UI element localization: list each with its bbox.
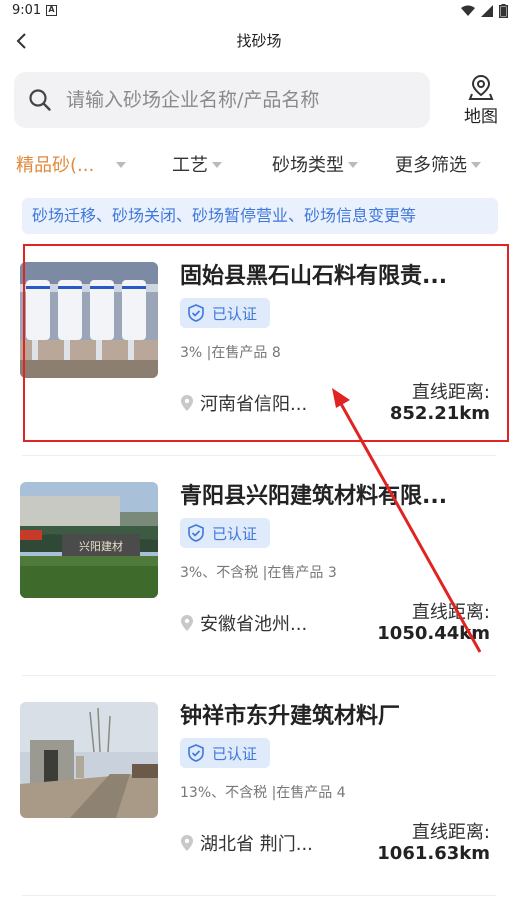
location-text: 河南省信阳...: [200, 394, 308, 415]
status-bar: 9:01 A: [0, 0, 518, 24]
filter-site-type[interactable]: 砂场类型: [272, 150, 358, 178]
site-meta: 3% |在售产品 8: [180, 345, 281, 361]
app-header: 找砂场: [0, 24, 518, 58]
notice-banner[interactable]: 砂场迁移、砂场关闭、砂场暂停营业、砂场信息变更等: [22, 198, 498, 234]
wifi-icon: [461, 5, 475, 16]
distance-value: 852.21km: [389, 403, 490, 424]
sign-text: 兴阳建材: [79, 539, 123, 553]
caret-down-icon: [348, 162, 358, 168]
caret-down-icon: [212, 162, 222, 168]
list-item[interactable]: 固始县黑石山石料有限责... 已认证 3% |在售产品 8 河南省信阳... 直…: [0, 236, 518, 456]
site-location: 安徽省池州...: [180, 610, 307, 636]
status-icons: [461, 4, 508, 18]
signal-icon: [481, 5, 493, 17]
location-text: 安徽省池州...: [200, 614, 308, 635]
filter-more[interactable]: 更多筛选: [395, 150, 481, 178]
filter-label: 更多筛选: [395, 155, 467, 176]
page-title: 找砂场: [236, 32, 282, 50]
distance-label: 直线距离:: [411, 602, 490, 623]
verified-label: 已认证: [212, 304, 258, 323]
search-box[interactable]: [14, 72, 430, 128]
search-row: 地图: [14, 72, 510, 128]
shield-check-icon: [188, 744, 204, 762]
shield-check-icon: [188, 304, 204, 322]
site-meta: 3%、不含税 |在售产品 3: [180, 565, 337, 581]
verified-label: 已认证: [212, 744, 258, 763]
filter-sand-grade[interactable]: 精品砂(...: [16, 150, 127, 178]
verified-badge: 已认证: [180, 298, 270, 328]
location-text: 湖北省 荆门...: [200, 834, 313, 855]
caret-down-icon: [116, 162, 127, 168]
site-name: 固始县黑石山石料有限责...: [180, 264, 448, 289]
site-name: 钟祥市东升建筑材料厂: [180, 704, 401, 729]
site-name: 青阳县兴阳建筑材料有限...: [180, 484, 448, 509]
status-time: 9:01: [12, 3, 42, 18]
list-item[interactable]: 兴阳建材 青阳县兴阳建筑材料有限... 已认证 3%、不含税 |在售产品 3 安…: [0, 456, 518, 676]
distance-value: 1061.63km: [377, 843, 490, 864]
verified-badge: 已认证: [180, 738, 270, 768]
verified-label: 已认证: [212, 524, 258, 543]
site-thumbnail: [20, 262, 158, 378]
filter-label: 精品砂(...: [16, 155, 95, 176]
distance-label: 直线距离:: [411, 822, 490, 843]
filter-label: 砂场类型: [272, 155, 344, 176]
location-pin-icon: [181, 615, 193, 631]
map-pin-icon: [468, 74, 494, 100]
search-input[interactable]: [66, 85, 416, 115]
site-location: 河南省信阳...: [180, 390, 307, 416]
divider: [22, 895, 496, 896]
filter-bar: 精品砂(... 工艺 砂场类型 更多筛选: [0, 142, 518, 184]
filter-label: 工艺: [172, 155, 208, 176]
filter-process[interactable]: 工艺: [172, 150, 222, 178]
location-pin-icon: [181, 835, 193, 851]
verified-badge: 已认证: [180, 518, 270, 548]
location-pin-icon: [181, 395, 193, 411]
map-button[interactable]: 地图: [452, 72, 510, 128]
map-label: 地图: [464, 107, 498, 127]
site-thumbnail: [20, 702, 158, 818]
site-location: 湖北省 荆门...: [180, 830, 313, 856]
notification-a-icon: A: [46, 5, 57, 16]
search-icon: [29, 89, 51, 111]
screen: 9:01 A 找砂场 地图 精品砂(... 工艺: [0, 0, 518, 920]
distance-value: 1050.44km: [377, 623, 490, 644]
caret-down-icon: [471, 162, 481, 168]
shield-check-icon: [188, 524, 204, 542]
site-thumbnail: 兴阳建材: [20, 482, 158, 598]
distance-label: 直线距离:: [411, 382, 490, 403]
site-meta: 13%、不含税 |在售产品 4: [180, 785, 346, 801]
battery-icon: [499, 4, 508, 18]
list-item[interactable]: 钟祥市东升建筑材料厂 已认证 13%、不含税 |在售产品 4 湖北省 荆门...…: [0, 676, 518, 896]
